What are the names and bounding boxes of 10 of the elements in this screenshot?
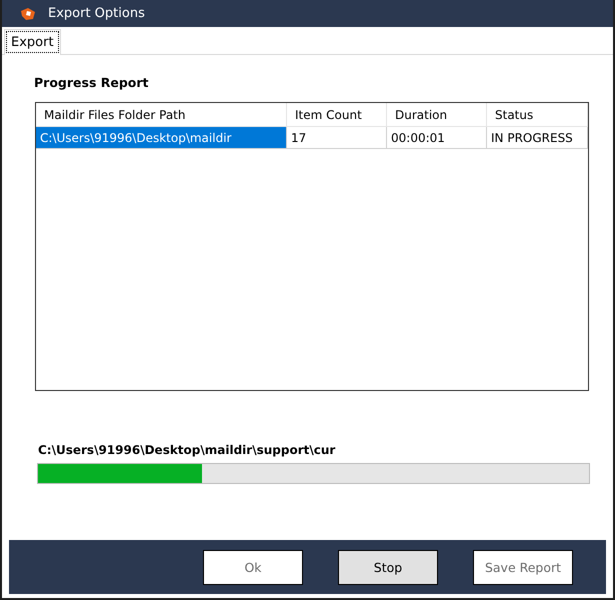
table-cell: 00:00:01 <box>387 127 487 149</box>
table-cell: C:\Users\91996\Desktop\maildir <box>36 127 287 149</box>
action-button[interactable]: Stop <box>338 550 438 584</box>
app-logo-icon <box>20 6 36 20</box>
section-title: Progress Report <box>34 75 150 90</box>
current-path: C:\Users\91996\Desktop\maildir\support\cur <box>38 443 336 457</box>
tab[interactable]: Export <box>4 29 61 55</box>
window-title: Export Options <box>48 6 145 21</box>
table-cell: IN PROGRESS <box>487 127 588 149</box>
table-cell: 17 <box>287 127 387 149</box>
